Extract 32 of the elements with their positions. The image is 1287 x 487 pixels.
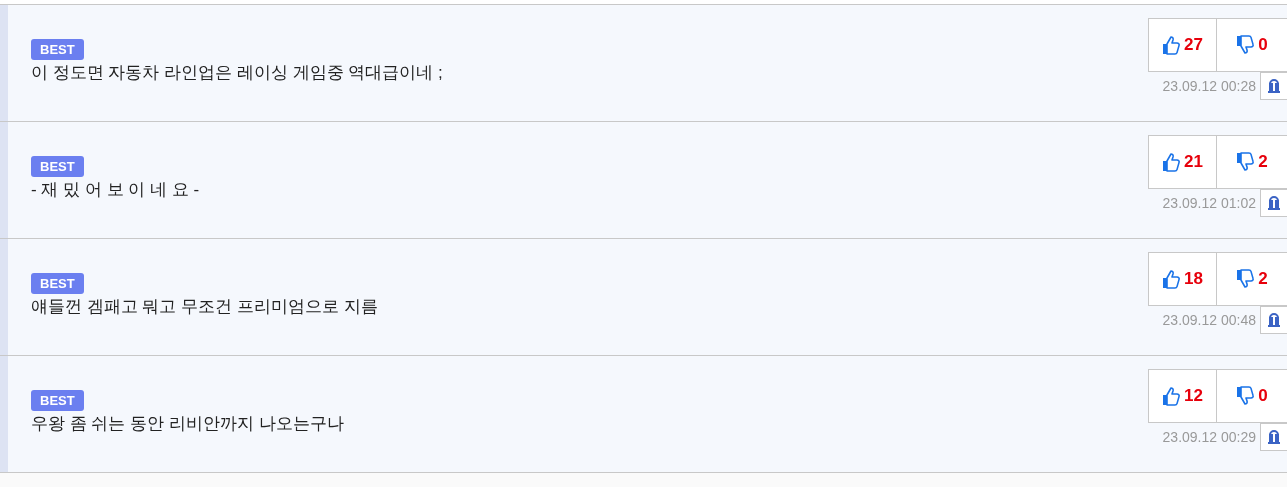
like-button[interactable]: 18	[1148, 252, 1217, 306]
thumbs-down-icon	[1236, 269, 1255, 289]
like-button[interactable]: 12	[1148, 369, 1217, 423]
dislike-button[interactable]: 0	[1217, 369, 1287, 423]
report-button[interactable]	[1260, 72, 1287, 100]
comment-date: 23.09.12 00:28	[1162, 76, 1256, 96]
comment-date: 23.09.12 00:48	[1162, 310, 1256, 330]
dislike-button[interactable]: 0	[1217, 18, 1287, 72]
thumbs-down-icon	[1236, 386, 1255, 406]
report-button[interactable]	[1260, 423, 1287, 451]
like-button[interactable]: 21	[1148, 135, 1217, 189]
thumbs-up-icon	[1162, 35, 1181, 55]
comment-text: 얘들껀 겜패고 뭐고 무조건 프리미엄으로 지름	[31, 296, 379, 318]
dislike-button[interactable]: 2	[1217, 135, 1287, 189]
best-badge: BEST	[31, 39, 84, 60]
dislike-button[interactable]: 2	[1217, 252, 1287, 306]
best-badge: BEST	[31, 273, 84, 294]
comment-text: 우왕 좀 쉬는 동안 리비안까지 나오는구나	[31, 413, 345, 435]
comment-text: - 재 밌 어 보 이 네 요 -	[31, 179, 201, 201]
thumbs-down-icon	[1236, 35, 1255, 55]
like-button[interactable]: 27	[1148, 18, 1217, 72]
best-badge: BEST	[31, 156, 84, 177]
comment-date: 23.09.12 01:02	[1162, 193, 1256, 213]
thumbs-up-icon	[1162, 386, 1181, 406]
best-badge: BEST	[31, 390, 84, 411]
comment-text: 이 정도면 자동차 라인업은 레이싱 게임중 역대급이네 ;	[31, 62, 444, 84]
report-button[interactable]	[1260, 189, 1287, 217]
thumbs-down-icon	[1236, 152, 1255, 172]
thumbs-up-icon	[1162, 269, 1181, 289]
thumbs-up-icon	[1162, 152, 1181, 172]
comment-date: 23.09.12 00:29	[1162, 427, 1256, 447]
report-button[interactable]	[1260, 306, 1287, 334]
